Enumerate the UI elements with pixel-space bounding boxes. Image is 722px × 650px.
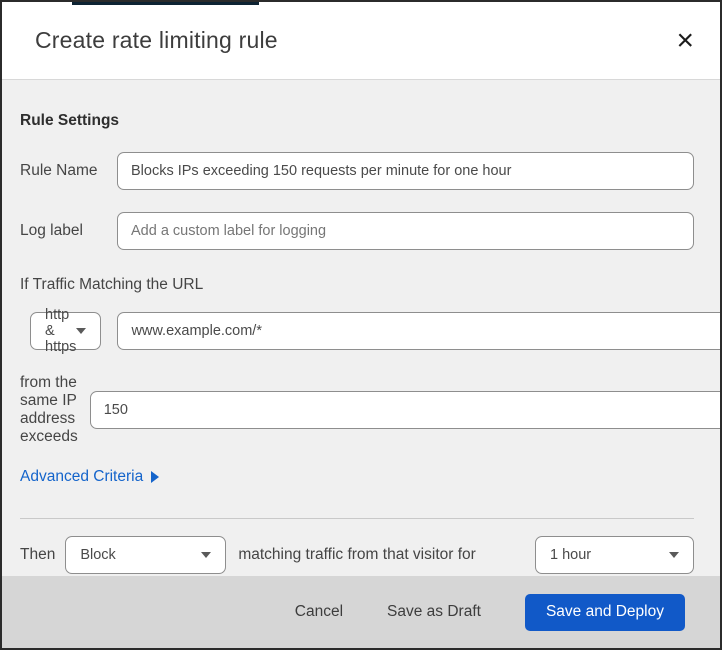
log-label-input[interactable] (117, 212, 694, 250)
action-select[interactable]: Block (65, 536, 227, 574)
dialog-title: Create rate limiting rule (35, 27, 278, 53)
log-label-row: Log label (20, 212, 694, 250)
advanced-criteria-label: Advanced Criteria (20, 468, 144, 485)
create-rate-limiting-rule-dialog: Create rate limiting rule × Rule Setting… (0, 0, 722, 650)
chevron-down-icon (669, 552, 679, 558)
dialog-body: Rule Settings Rule Name Log label If Tra… (2, 80, 720, 576)
chevron-down-icon (201, 552, 212, 558)
rule-name-label: Rule Name (20, 162, 98, 179)
advanced-criteria-link[interactable]: Advanced Criteria (20, 468, 160, 486)
scheme-select[interactable]: http & https (30, 307, 102, 355)
scheme-select-value: http & https (45, 307, 77, 355)
rule-settings-heading: Rule Settings (20, 112, 120, 129)
action-prefix-text: Then (20, 546, 56, 563)
threshold-prefix-text: from the same IP address exceeds (20, 374, 78, 445)
rule-name-input[interactable] (117, 152, 694, 190)
url-match-row: http & https (30, 307, 720, 355)
threshold-row: from the same IP address exceeds request… (20, 374, 720, 446)
action-middle-text: matching traffic from that visitor for (238, 546, 476, 563)
request-threshold-input[interactable] (89, 391, 720, 429)
save-as-draft-button[interactable]: Save as Draft (387, 603, 481, 621)
traffic-match-heading: If Traffic Matching the URL (20, 276, 204, 293)
dialog-footer: Cancel Save as Draft Save and Deploy (2, 576, 720, 648)
url-pattern-input[interactable] (117, 312, 720, 350)
log-label-label: Log label (20, 222, 83, 239)
close-icon[interactable]: × (672, 25, 698, 56)
action-row: Then Block matching traffic from that vi… (20, 536, 694, 574)
action-select-value: Block (80, 547, 116, 563)
cancel-button[interactable]: Cancel (295, 603, 343, 621)
caret-right-icon (151, 471, 160, 483)
page-top-accent-bar (72, 2, 259, 5)
duration-select-value: 1 hour (550, 547, 592, 563)
duration-select[interactable]: 1 hour (535, 536, 694, 574)
save-and-deploy-button[interactable]: Save and Deploy (524, 593, 685, 631)
chevron-down-icon (76, 328, 87, 334)
dialog-header: Create rate limiting rule × (2, 2, 720, 80)
section-divider (20, 518, 694, 519)
rule-name-row: Rule Name (20, 152, 694, 190)
